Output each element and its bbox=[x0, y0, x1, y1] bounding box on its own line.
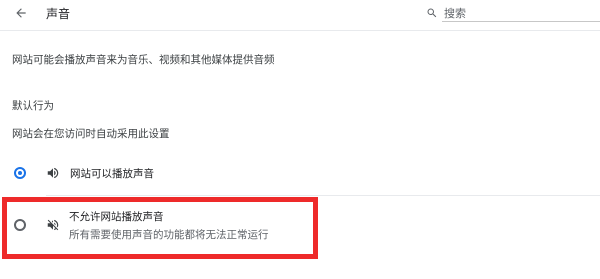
header: 声音 bbox=[0, 0, 600, 30]
allow-sound-label: 网站可以播放声音 bbox=[70, 168, 154, 180]
default-behavior-heading: 默认行为 bbox=[12, 100, 54, 112]
block-sound-description: 所有需要使用声音的功能都将无法正常运行 bbox=[69, 229, 269, 241]
search-input[interactable] bbox=[444, 6, 574, 20]
back-button[interactable] bbox=[8, 2, 34, 24]
default-behavior-subheading: 网站会在您访问时自动采用此设置 bbox=[12, 128, 170, 140]
volume-icon bbox=[47, 167, 59, 179]
volume-muted-icon bbox=[47, 219, 59, 231]
allow-sound-radio[interactable] bbox=[14, 167, 26, 179]
option-block-sound[interactable]: 不允许网站播放声音 所有需要使用声音的功能都将无法正常运行 bbox=[0, 200, 600, 255]
header-divider bbox=[0, 30, 600, 31]
sound-description: 网站可能会播放声音来为音乐、视频和其他媒体提供音频 bbox=[12, 54, 275, 66]
arrow-back-icon bbox=[16, 8, 26, 18]
page-title: 声音 bbox=[46, 7, 71, 21]
search-underline bbox=[442, 21, 600, 22]
option-allow-sound[interactable]: 网站可以播放声音 bbox=[0, 155, 600, 193]
block-sound-radio[interactable] bbox=[14, 219, 26, 231]
search-icon bbox=[427, 8, 437, 18]
option-divider bbox=[46, 195, 600, 196]
block-sound-label: 不允许网站播放声音 bbox=[69, 211, 164, 223]
sound-settings-page: 声音 网站可能会播放声音来为音乐、视频和其他媒体提供音频 默认行为 网站会在您访… bbox=[0, 0, 600, 279]
